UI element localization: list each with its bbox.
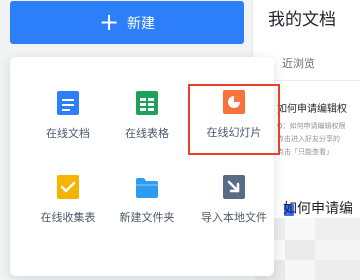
new-folder-icon <box>133 173 161 201</box>
menu-item-import-local-file[interactable]: 导入本地文件 <box>188 173 280 235</box>
online-form-icon <box>54 173 82 201</box>
recent-tab[interactable]: 近浏览 <box>282 55 315 71</box>
menu-item-label: 新建文件夹 <box>119 211 175 224</box>
doc-card-line: 点击「只能查看」 <box>277 148 333 156</box>
menu-item-label: 在线文档 <box>46 127 90 140</box>
plus-icon: + <box>98 7 120 36</box>
new-button[interactable]: + 新建 <box>10 1 244 44</box>
online-sheet-icon <box>133 89 161 117</box>
online-slides-icon <box>220 88 248 116</box>
my-docs-title: 我的文档 <box>268 10 336 30</box>
menu-item-online-doc[interactable]: 在线文档 <box>28 89 108 151</box>
doc-card-title: 如何申请编辑权 <box>277 104 347 115</box>
doc-card-line: Q：如何申请编辑权限 <box>277 122 346 130</box>
doc-card-line: 点击进入好友分享的 <box>277 135 340 143</box>
menu-item-label: 导入本地文件 <box>201 211 267 224</box>
recent-doc-card[interactable]: 如何申请编辑权 Q：如何申请编辑权限 点击进入好友分享的 点击「只能查看」 <box>277 100 360 170</box>
menu-item-label: 在线幻灯片 <box>206 126 262 139</box>
menu-item-online-form[interactable]: 在线收集表 <box>28 173 108 235</box>
import-local-file-icon <box>220 173 248 201</box>
menu-item-label: 在线表格 <box>125 127 169 140</box>
menu-item-online-slides[interactable]: 在线幻灯片 <box>188 84 280 155</box>
menu-item-label: 在线收集表 <box>40 211 96 224</box>
new-button-label: 新建 <box>127 15 156 32</box>
new-menu-dropdown: 在线文档 在线表格 在线幻灯片 在线收集表 新建文件夹 导入本地文件 <box>10 57 280 276</box>
menu-item-new-folder[interactable]: 新建文件夹 <box>107 173 187 235</box>
recent-doc-title[interactable]: 如何申请编 <box>283 198 353 218</box>
online-doc-icon <box>54 89 82 117</box>
menu-item-online-sheet[interactable]: 在线表格 <box>107 89 187 151</box>
